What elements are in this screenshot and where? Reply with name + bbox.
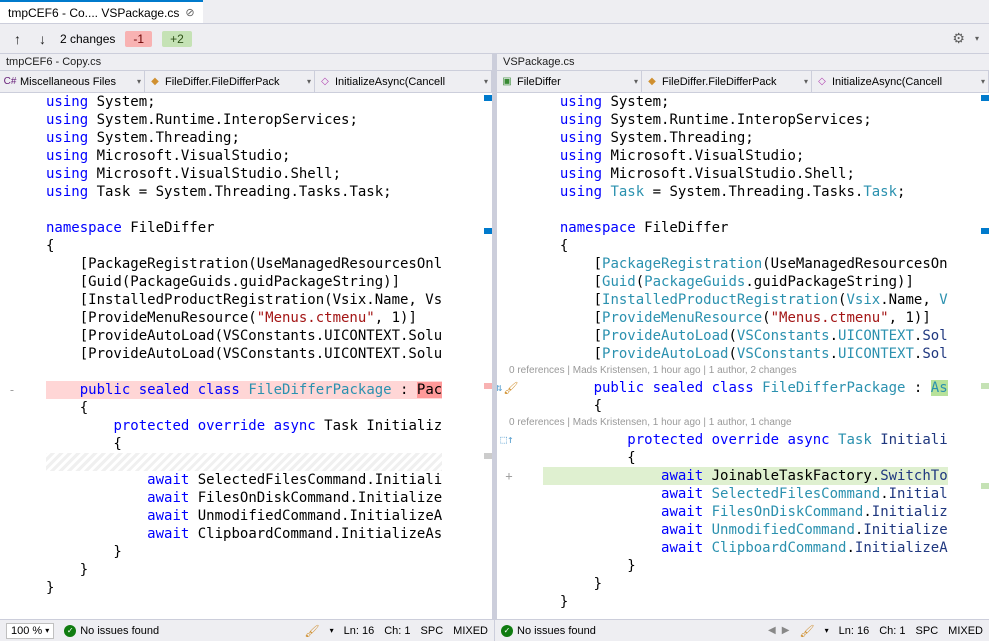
tab-title: tmpCEF6 - Co.... VSPackage.cs — [8, 6, 179, 20]
class-icon: ◆ — [148, 75, 162, 89]
additions-badge: +2 — [162, 31, 192, 47]
chevron-down-icon: ▾ — [634, 77, 638, 86]
right-overview-ruler[interactable] — [979, 93, 989, 619]
right-member-dropdown[interactable]: ◇InitializeAsync(Cancell▾ — [812, 71, 989, 92]
right-project-dropdown[interactable]: ▣FileDiffer▾ — [497, 71, 642, 92]
scroll-left-icon[interactable]: ◀ — [768, 625, 776, 636]
codelens-class[interactable]: 0 references | Mads Kristensen, 1 hour a… — [497, 363, 948, 379]
left-project-dropdown[interactable]: C#Miscellaneous Files▾ — [0, 71, 145, 92]
lineending-indicator[interactable]: MIXED — [453, 625, 488, 637]
left-file-title: tmpCEF6 - Copy.cs — [0, 54, 492, 71]
chevron-down-icon: ▾ — [307, 77, 311, 86]
diff-map-icon[interactable]: ⬚↑ — [500, 431, 513, 449]
scroll-right-icon[interactable]: ▶ — [782, 625, 790, 636]
status-left: 100 %▾ ✓No issues found 🖌▾ Ln: 16 Ch: 1 … — [0, 620, 495, 641]
gear-icon[interactable]: ⚙ — [952, 30, 965, 47]
prev-change-button[interactable]: ↑ — [10, 29, 25, 49]
line-indicator[interactable]: Ln: 16 — [344, 625, 375, 637]
chevron-down-icon: ▾ — [981, 77, 985, 86]
class-icon: ◆ — [645, 75, 659, 89]
spaces-indicator[interactable]: SPC — [421, 625, 444, 637]
next-change-button[interactable]: ↓ — [35, 29, 50, 49]
method-icon: ◇ — [318, 75, 332, 89]
spaces-indicator[interactable]: SPC — [916, 625, 939, 637]
left-code-area[interactable]: using System; using System.Runtime.Inter… — [0, 93, 492, 619]
left-pane: tmpCEF6 - Copy.cs C#Miscellaneous Files▾… — [0, 54, 497, 619]
char-indicator[interactable]: Ch: 1 — [384, 625, 410, 637]
chevron-down-icon: ▾ — [137, 77, 141, 86]
right-code-area[interactable]: using System; using System.Runtime.Inter… — [497, 93, 989, 619]
right-nav-bar: ▣FileDiffer▾ ◆FileDiffer.FileDifferPack▾… — [497, 71, 989, 93]
chevron-down-icon: ▾ — [804, 77, 808, 86]
lineending-indicator[interactable]: MIXED — [948, 625, 983, 637]
chevron-down-icon: ▾ — [484, 77, 488, 86]
check-icon: ✓ — [64, 625, 76, 637]
diff-map-icon[interactable]: ⇅ — [497, 379, 502, 397]
right-class-dropdown[interactable]: ◆FileDiffer.FileDifferPack▾ — [642, 71, 812, 92]
codelens-method[interactable]: 0 references | Mads Kristensen, 1 hour a… — [497, 415, 948, 431]
hscroll-controls[interactable]: ◀▶ — [768, 625, 789, 636]
status-right: ✓No issues found ◀▶ 🖌▾ Ln: 16 Ch: 1 SPC … — [495, 620, 989, 641]
added-line: + await JoinableTaskFactory.SwitchTo — [497, 467, 948, 485]
chevron-down-icon[interactable]: ▾ — [330, 626, 334, 635]
chevron-down-icon: ▾ — [45, 626, 49, 635]
chevron-down-icon[interactable]: ▾ — [825, 626, 829, 635]
left-class-dropdown[interactable]: ◆FileDiffer.FileDifferPack▾ — [145, 71, 315, 92]
check-icon: ✓ — [501, 625, 513, 637]
left-overview-ruler[interactable] — [482, 93, 492, 619]
zoom-dropdown[interactable]: 100 %▾ — [6, 623, 54, 639]
line-indicator[interactable]: Ln: 16 — [839, 625, 870, 637]
brush-icon[interactable]: 🖌 — [799, 624, 814, 638]
issues-indicator[interactable]: ✓No issues found — [64, 625, 159, 637]
deleted-line: - public sealed class FileDifferPackage … — [0, 381, 442, 399]
status-bar: 100 %▾ ✓No issues found 🖌▾ Ln: 16 Ch: 1 … — [0, 619, 989, 641]
left-member-dropdown[interactable]: ◇InitializeAsync(Cancell▾ — [315, 71, 492, 92]
method-icon: ◇ — [815, 75, 829, 89]
tab-bar: tmpCEF6 - Co.... VSPackage.cs ⊘ — [0, 0, 989, 24]
brush-icon[interactable]: 🖌 — [503, 379, 518, 397]
diff-toolbar: ↑ ↓ 2 changes -1 +2 ⚙ ▾ — [0, 24, 989, 54]
deletions-badge: -1 — [125, 31, 152, 47]
placeholder-line — [0, 453, 442, 471]
left-nav-bar: C#Miscellaneous Files▾ ◆FileDiffer.FileD… — [0, 71, 492, 93]
changes-count: 2 changes — [60, 32, 115, 46]
csharp-icon: C# — [3, 75, 17, 89]
document-tab[interactable]: tmpCEF6 - Co.... VSPackage.cs ⊘ — [0, 0, 203, 23]
char-indicator[interactable]: Ch: 1 — [879, 625, 905, 637]
gear-dropdown-icon[interactable]: ▾ — [975, 34, 979, 43]
right-pane: VSPackage.cs ▣FileDiffer▾ ◆FileDiffer.Fi… — [497, 54, 989, 619]
diff-container: tmpCEF6 - Copy.cs C#Miscellaneous Files▾… — [0, 54, 989, 619]
issues-indicator[interactable]: ✓No issues found — [501, 625, 596, 637]
csharp-icon: ▣ — [500, 75, 514, 89]
right-file-title: VSPackage.cs — [497, 54, 989, 71]
pin-icon[interactable]: ⊘ — [185, 6, 194, 19]
brush-icon[interactable]: 🖌 — [304, 624, 319, 638]
